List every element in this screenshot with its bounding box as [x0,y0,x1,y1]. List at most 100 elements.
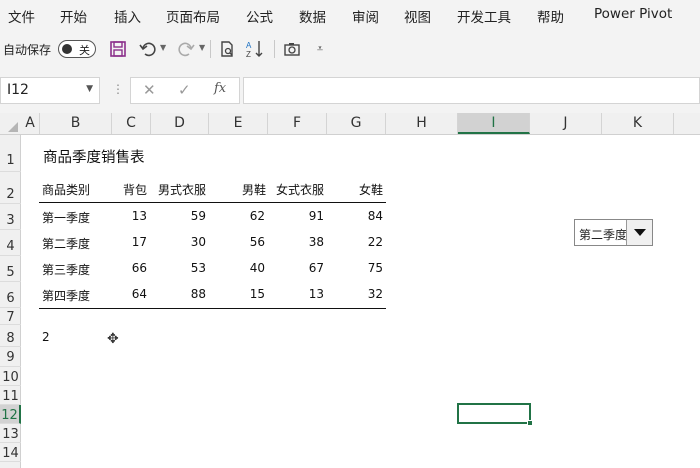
formula-bar: I12 ▼ ⋮ ✕ ✓ fx [0,67,700,113]
table-cell: 88 [190,287,206,301]
table-cell: 53 [190,261,206,275]
tab-help[interactable]: 帮助 [537,6,564,26]
redo-dropdown-icon[interactable]: ▼ [199,43,205,52]
table-cell: 56 [249,235,265,249]
chevron-down-icon[interactable]: ▼ [86,84,93,94]
table-cell: 30 [190,235,206,249]
row-label: 第一季度 [42,211,91,225]
active-cell-i12[interactable] [457,403,533,426]
tab-page-layout[interactable]: 页面布局 [166,6,220,26]
row-header-7[interactable]: 7 [0,308,21,325]
table-bottom-rule [39,308,386,309]
confirm-icon[interactable]: ✓ [178,81,191,99]
combo-dropdown-button[interactable] [626,220,652,245]
column-header-h[interactable]: H [386,113,458,134]
tab-review[interactable]: 审阅 [352,6,379,26]
table-cell: 15 [249,287,265,301]
autosave-label: 自动保存 [3,43,52,57]
sort-ascending-icon[interactable]: AZ [245,39,265,59]
column-header-i[interactable]: I [458,113,530,134]
ribbon-tabs: 文件 开始 插入 页面布局 公式 数据 审阅 视图 开发工具 帮助 Power … [0,0,700,31]
customize-toolbar-icon[interactable]: ⩡ [310,39,330,59]
row-header-10[interactable]: 10 [0,367,21,386]
column-header-j[interactable]: J [530,113,602,134]
tab-formulas[interactable]: 公式 [246,6,273,26]
insert-function-icon[interactable]: fx [214,81,226,96]
combo-selected-value: 第二季度 [579,228,628,242]
column-header-f[interactable]: F [268,113,327,134]
undo-icon[interactable] [138,39,158,59]
table-cell: 40 [249,261,265,275]
redo-icon[interactable] [176,39,196,59]
row-header-4[interactable]: 4 [0,230,21,256]
column-header-c[interactable]: C [112,113,151,134]
column-header-d[interactable]: D [151,113,209,134]
tab-view[interactable]: 视图 [404,6,431,26]
row-header-9[interactable]: 9 [0,347,21,367]
row-header-12[interactable]: 12 [0,405,21,424]
table-cell: 13 [131,209,147,223]
table-cell: 91 [308,209,324,223]
quarter-combo-box[interactable]: 第二季度 [574,219,653,246]
row-header-3[interactable]: 3 [0,204,21,230]
table-cell: 38 [308,235,324,249]
print-preview-icon[interactable] [217,39,237,59]
row-label: 第二季度 [42,237,91,251]
select-all-button[interactable] [0,113,21,135]
header-category: 商品类别 [42,183,91,197]
save-icon[interactable] [108,39,128,59]
toolbar-divider [274,40,275,58]
table-header-rule [39,202,386,203]
svg-text:A: A [246,41,252,50]
tab-developer[interactable]: 开发工具 [457,6,511,26]
column-header-k[interactable]: K [602,113,674,134]
row-headers: 1 2 3 4 5 6 7 8 9 10 11 12 13 14 [0,135,21,468]
row-header-6[interactable]: 6 [0,282,21,308]
worksheet-grid[interactable]: 商品季度销售表 商品类别 背包 男式衣服 男鞋 女式衣服 女鞋 第一季度 13 … [21,135,700,468]
column-header-g[interactable]: G [327,113,386,134]
formula-buttons: ✕ ✓ fx [130,77,240,104]
header-backpack: 背包 [122,183,147,197]
row-header-5[interactable]: 5 [0,256,21,282]
tab-insert[interactable]: 插入 [114,6,141,26]
row-header-1[interactable]: 1 [0,135,21,172]
tab-file[interactable]: 文件 [8,6,35,26]
table-cell: 75 [367,261,383,275]
table-cell: 13 [308,287,324,301]
undo-dropdown-icon[interactable]: ▼ [160,43,166,52]
row-header-2[interactable]: 2 [0,172,21,204]
column-header-a[interactable]: A [21,113,40,134]
row-header-8[interactable]: 8 [0,325,21,347]
tab-data[interactable]: 数据 [299,6,326,26]
row-header-14[interactable]: 14 [0,443,21,462]
svg-text:Z: Z [246,50,251,59]
table-cell: 22 [367,235,383,249]
formula-input[interactable] [243,77,700,104]
row-header-11[interactable]: 11 [0,386,21,405]
table-cell: 64 [131,287,147,301]
select-all-icon [8,122,18,132]
header-womens-clothing: 女式衣服 [276,183,325,197]
table-cell: 67 [308,261,324,275]
name-box-value: I12 [7,82,29,98]
table-cell: 17 [131,235,147,249]
autosave-toggle[interactable]: 关 [58,40,96,58]
table-cell: 66 [131,261,147,275]
column-header-b[interactable]: B [40,113,112,134]
cell-cursor-icon: ✥ [107,331,119,347]
camera-icon[interactable] [282,39,302,59]
header-mens-shoes: 男鞋 [241,183,266,197]
toggle-knob [62,44,72,54]
table-cell: 62 [249,209,265,223]
tab-power-pivot[interactable]: Power Pivot [594,6,672,22]
name-box[interactable]: I12 ▼ [0,77,100,104]
row-header-13[interactable]: 13 [0,424,21,443]
tab-home[interactable]: 开始 [60,6,87,26]
header-mens-clothing: 男式衣服 [158,183,207,197]
cancel-icon[interactable]: ✕ [143,81,156,99]
more-options-icon[interactable]: ⋮ [112,82,124,96]
row-label: 第三季度 [42,263,91,277]
fill-handle[interactable] [527,420,533,426]
toggle-state: 关 [79,44,90,57]
column-header-e[interactable]: E [209,113,268,134]
